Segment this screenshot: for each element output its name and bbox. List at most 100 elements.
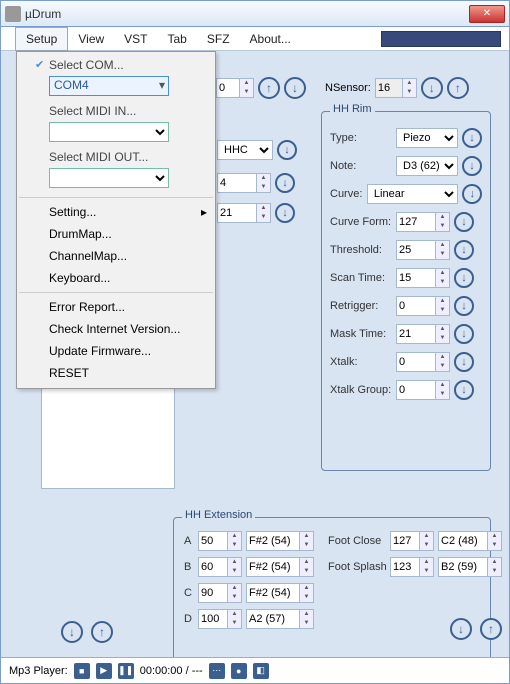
ext-up[interactable]: ↑ [480, 618, 502, 640]
ext-c-spin2[interactable]: ▲▼ [300, 583, 314, 603]
ext-c-spin1[interactable]: ▲▼ [228, 583, 242, 603]
note-down[interactable]: ↓ [462, 156, 482, 176]
bg-down-3[interactable]: ↓ [275, 203, 295, 223]
ext-a-note[interactable] [246, 531, 300, 551]
ext-a-spin2[interactable]: ▲▼ [300, 531, 314, 551]
header-up-1[interactable]: ↑ [258, 77, 280, 99]
xtalkgroup-label: Xtalk Group: [330, 384, 396, 396]
bg-val4-spin[interactable]: ▲▼ [257, 173, 271, 193]
nsensor-spin[interactable]: ▲▼ [403, 78, 417, 98]
menu-drummap[interactable]: DrumMap... [17, 223, 215, 245]
footsplash-note[interactable] [438, 557, 488, 577]
menu-keyboard[interactable]: Keyboard... [17, 267, 215, 289]
com-combo[interactable]: COM4 [49, 76, 169, 96]
ext-b-note[interactable] [246, 557, 300, 577]
xtalk-input[interactable] [396, 352, 436, 372]
curveform-down[interactable]: ↓ [454, 212, 474, 232]
xtalkgroup-input[interactable] [396, 380, 436, 400]
xtalkgroup-spin[interactable]: ▲▼ [436, 380, 450, 400]
ext-c-note[interactable] [246, 583, 300, 603]
ext-a-spin1[interactable]: ▲▼ [228, 531, 242, 551]
footclose-spin1[interactable]: ▲▼ [420, 531, 434, 551]
ext-b-spin2[interactable]: ▲▼ [300, 557, 314, 577]
menu-check-version[interactable]: Check Internet Version... [17, 318, 215, 340]
header-val0[interactable] [216, 78, 240, 98]
threshold-down[interactable]: ↓ [454, 240, 474, 260]
xtalkgroup-down[interactable]: ↓ [454, 380, 474, 400]
ext-d-note[interactable] [246, 609, 300, 629]
footclose-val[interactable] [390, 531, 420, 551]
ext-down[interactable]: ↓ [450, 618, 472, 640]
pause-icon[interactable]: ❚❚ [118, 663, 134, 679]
stop-icon[interactable]: ■ [74, 663, 90, 679]
bg-down-1[interactable]: ↓ [277, 140, 297, 160]
ext-c-val[interactable] [198, 583, 228, 603]
footclose-note[interactable] [438, 531, 488, 551]
menu-view[interactable]: View [68, 28, 114, 50]
retrigger-spin[interactable]: ▲▼ [436, 296, 450, 316]
ext-d-spin1[interactable]: ▲▼ [228, 609, 242, 629]
ext-d-spin2[interactable]: ▲▼ [300, 609, 314, 629]
menu-setup[interactable]: Setup [15, 27, 68, 51]
footsplash-spin1[interactable]: ▲▼ [420, 557, 434, 577]
curveform-spin[interactable]: ▲▼ [436, 212, 450, 232]
threshold-spin[interactable]: ▲▼ [436, 240, 450, 260]
masktime-spin[interactable]: ▲▼ [436, 324, 450, 344]
curve-down[interactable]: ↓ [462, 184, 482, 204]
bg-down-2[interactable]: ↓ [275, 173, 295, 193]
bg-val4[interactable] [217, 173, 257, 193]
menu-tab[interactable]: Tab [158, 28, 197, 50]
nsensor-up[interactable]: ↑ [447, 77, 469, 99]
header-val0-spin[interactable]: ▲▼ [240, 78, 254, 98]
menu-vst[interactable]: VST [114, 28, 157, 50]
menu-sfz[interactable]: SFZ [197, 28, 240, 50]
open-icon[interactable]: ⋯ [209, 663, 225, 679]
nsensor-label: NSensor: [325, 82, 371, 94]
ext-d-val[interactable] [198, 609, 228, 629]
menu-about[interactable]: About... [240, 28, 301, 50]
retrigger-input[interactable] [396, 296, 436, 316]
ext-b-spin1[interactable]: ▲▼ [228, 557, 242, 577]
hh-rim-group: HH Rim Type: Piezo ↓ Note: D3 (62) ↓ Cur… [321, 111, 491, 471]
scantime-spin[interactable]: ▲▼ [436, 268, 450, 288]
menu-update-firmware[interactable]: Update Firmware... [17, 340, 215, 362]
curve-select[interactable]: Linear [367, 184, 459, 204]
type-down[interactable]: ↓ [462, 128, 482, 148]
ext-b-val[interactable] [198, 557, 228, 577]
play-icon[interactable]: ▶ [96, 663, 112, 679]
header-down-1[interactable]: ↓ [284, 77, 306, 99]
menu-reset[interactable]: RESET [17, 362, 215, 384]
bg-combo-hhc[interactable]: HHC [217, 140, 273, 160]
type-select[interactable]: Piezo [396, 128, 458, 148]
nsensor-value[interactable] [375, 78, 403, 98]
close-button[interactable]: ✕ [469, 5, 505, 23]
footsplash-val[interactable] [390, 557, 420, 577]
ext-a-val[interactable] [198, 531, 228, 551]
footsplash-spin2[interactable]: ▲▼ [488, 557, 502, 577]
menu-channelmap[interactable]: ChannelMap... [17, 245, 215, 267]
threshold-input[interactable] [396, 240, 436, 260]
scantime-input[interactable] [396, 268, 436, 288]
curveform-input[interactable] [396, 212, 436, 232]
bottom-down[interactable]: ↓ [61, 621, 83, 643]
nsensor-down[interactable]: ↓ [421, 77, 443, 99]
mp3-label: Mp3 Player: [9, 665, 68, 677]
menu-setting[interactable]: Setting...▸ [17, 201, 215, 223]
window-title: µDrum [25, 7, 469, 21]
bg-val21[interactable] [217, 203, 257, 223]
note-select[interactable]: D3 (62) [396, 156, 458, 176]
rec-icon[interactable]: ● [231, 663, 247, 679]
bottom-up[interactable]: ↑ [91, 621, 113, 643]
bg-val21-spin[interactable]: ▲▼ [257, 203, 271, 223]
eq-icon[interactable]: ◧ [253, 663, 269, 679]
masktime-input[interactable] [396, 324, 436, 344]
xtalk-down[interactable]: ↓ [454, 352, 474, 372]
footclose-spin2[interactable]: ▲▼ [488, 531, 502, 551]
menu-error-report[interactable]: Error Report... [17, 296, 215, 318]
xtalk-spin[interactable]: ▲▼ [436, 352, 450, 372]
midiin-combo[interactable] [49, 122, 169, 142]
midiout-combo[interactable] [49, 168, 169, 188]
scantime-down[interactable]: ↓ [454, 268, 474, 288]
retrigger-down[interactable]: ↓ [454, 296, 474, 316]
masktime-down[interactable]: ↓ [454, 324, 474, 344]
